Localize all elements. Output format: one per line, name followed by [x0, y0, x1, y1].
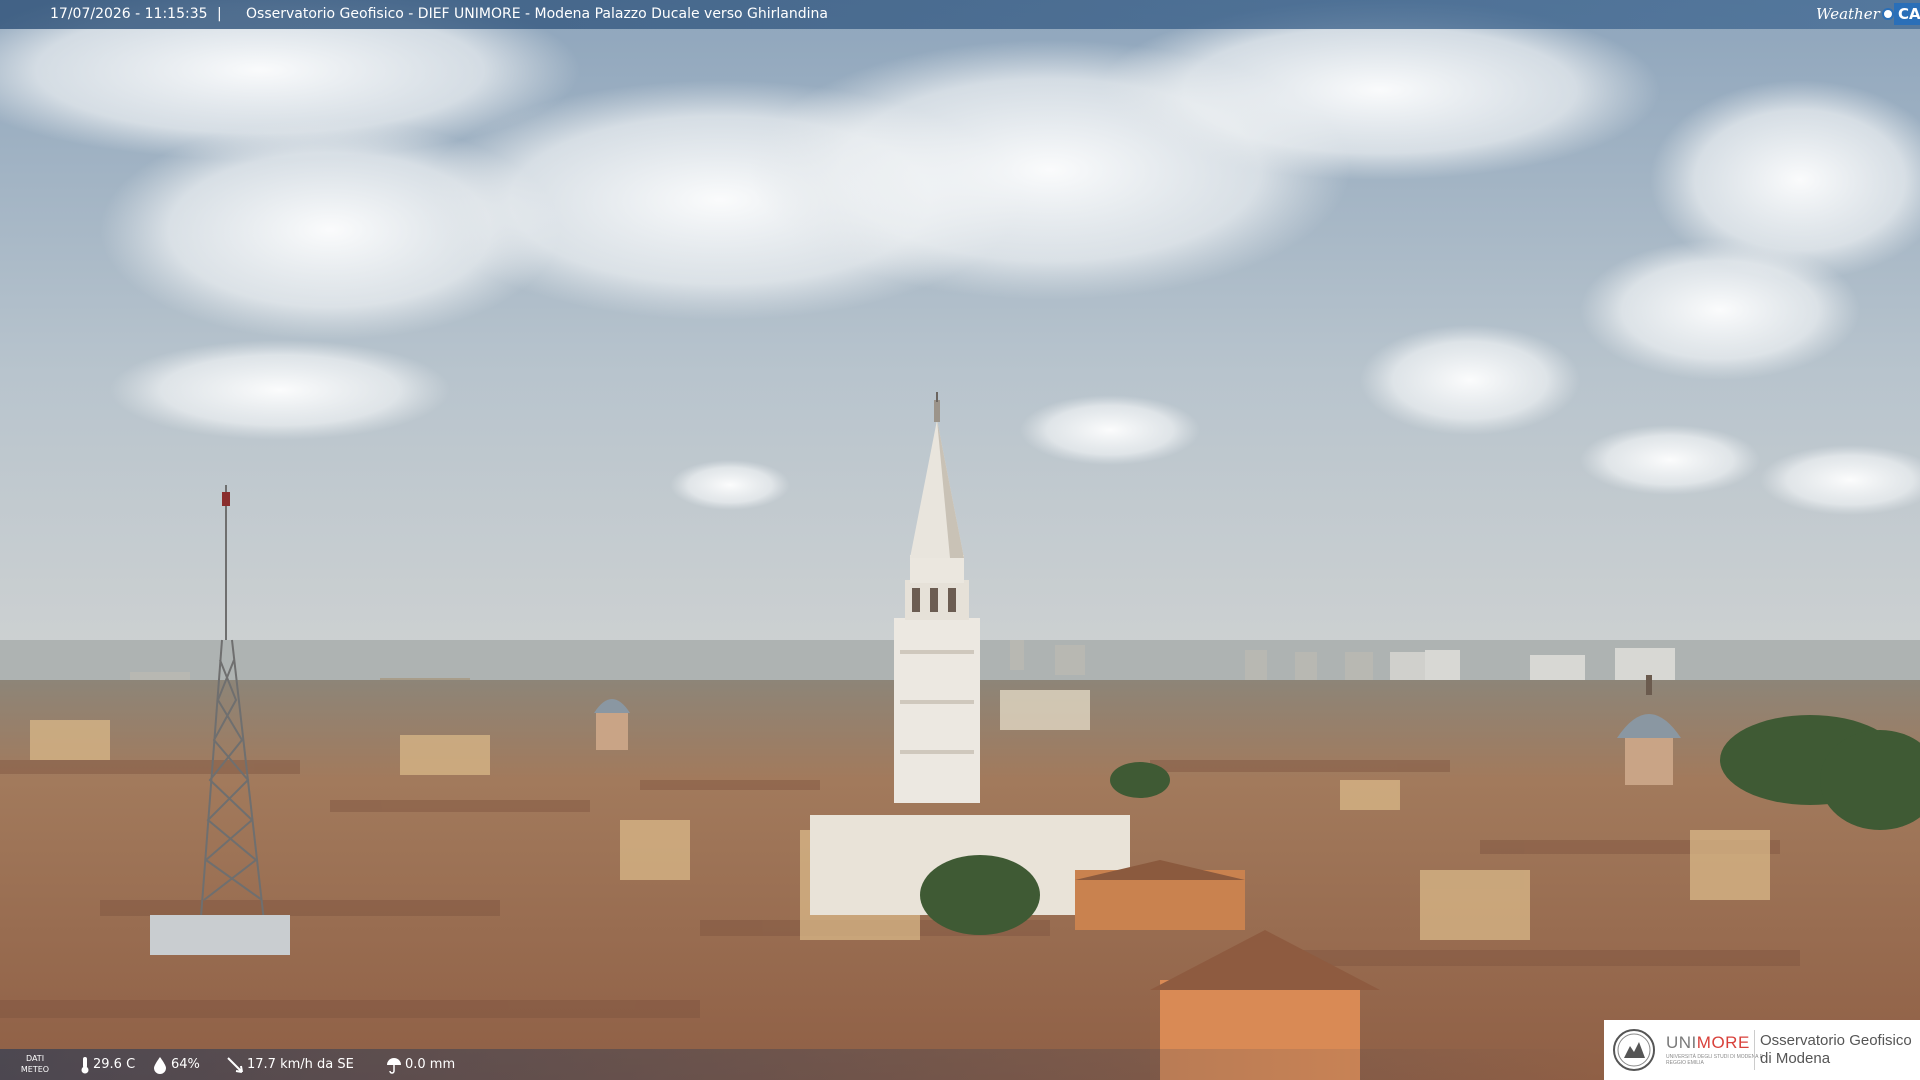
rain-reading: 0.0 mm	[386, 1049, 455, 1080]
observatory-name-line2: di Modena	[1760, 1050, 1831, 1067]
webcam-scene	[0, 0, 1920, 1080]
umbrella-icon	[387, 1057, 401, 1074]
weathercam-logo-weather: Weather	[1816, 5, 1880, 23]
camera-caption: Osservatorio Geofisico - DIEF UNIMORE - …	[246, 6, 828, 22]
observatory-name-line1: Osservatorio Geofisico	[1760, 1032, 1912, 1049]
wind-reading: 17.7 km/h da SE	[226, 1049, 354, 1080]
weathercam-logo: Weather CAM	[1816, 0, 1920, 29]
humidity-drop-icon	[154, 1056, 166, 1074]
unimore-seal-icon	[1613, 1029, 1655, 1071]
logo-divider	[1754, 1030, 1755, 1070]
timestamp: 17/07/2026 - 11:15:35	[50, 6, 208, 22]
temperature-reading: 29.6 C	[80, 1049, 135, 1080]
wind-arrow-icon	[227, 1056, 243, 1073]
small-dome	[594, 699, 630, 750]
thermometer-icon	[81, 1056, 89, 1073]
humidity-reading: 64%	[152, 1049, 200, 1080]
unimore-wordmark: UNIMORE	[1666, 1033, 1750, 1052]
weathercam-logo-cam: CAM	[1894, 3, 1920, 25]
weathercam-dot-icon	[1882, 8, 1894, 20]
unimore-observatory-logo: UNIMORE UNIVERSITÀ DEGLI STUDI DI MODENA…	[1604, 1020, 1920, 1080]
separator: |	[217, 6, 222, 22]
top-info-bar: 17/07/2026 - 11:15:35 | Osservatorio Geo…	[0, 0, 1920, 29]
antenna-base	[150, 915, 290, 955]
weather-data-bar: DATI METEO 29.6 C 64% 17.7 km/h da SE 0.…	[0, 1049, 1600, 1080]
weather-data-label: DATI METEO	[20, 1054, 50, 1074]
